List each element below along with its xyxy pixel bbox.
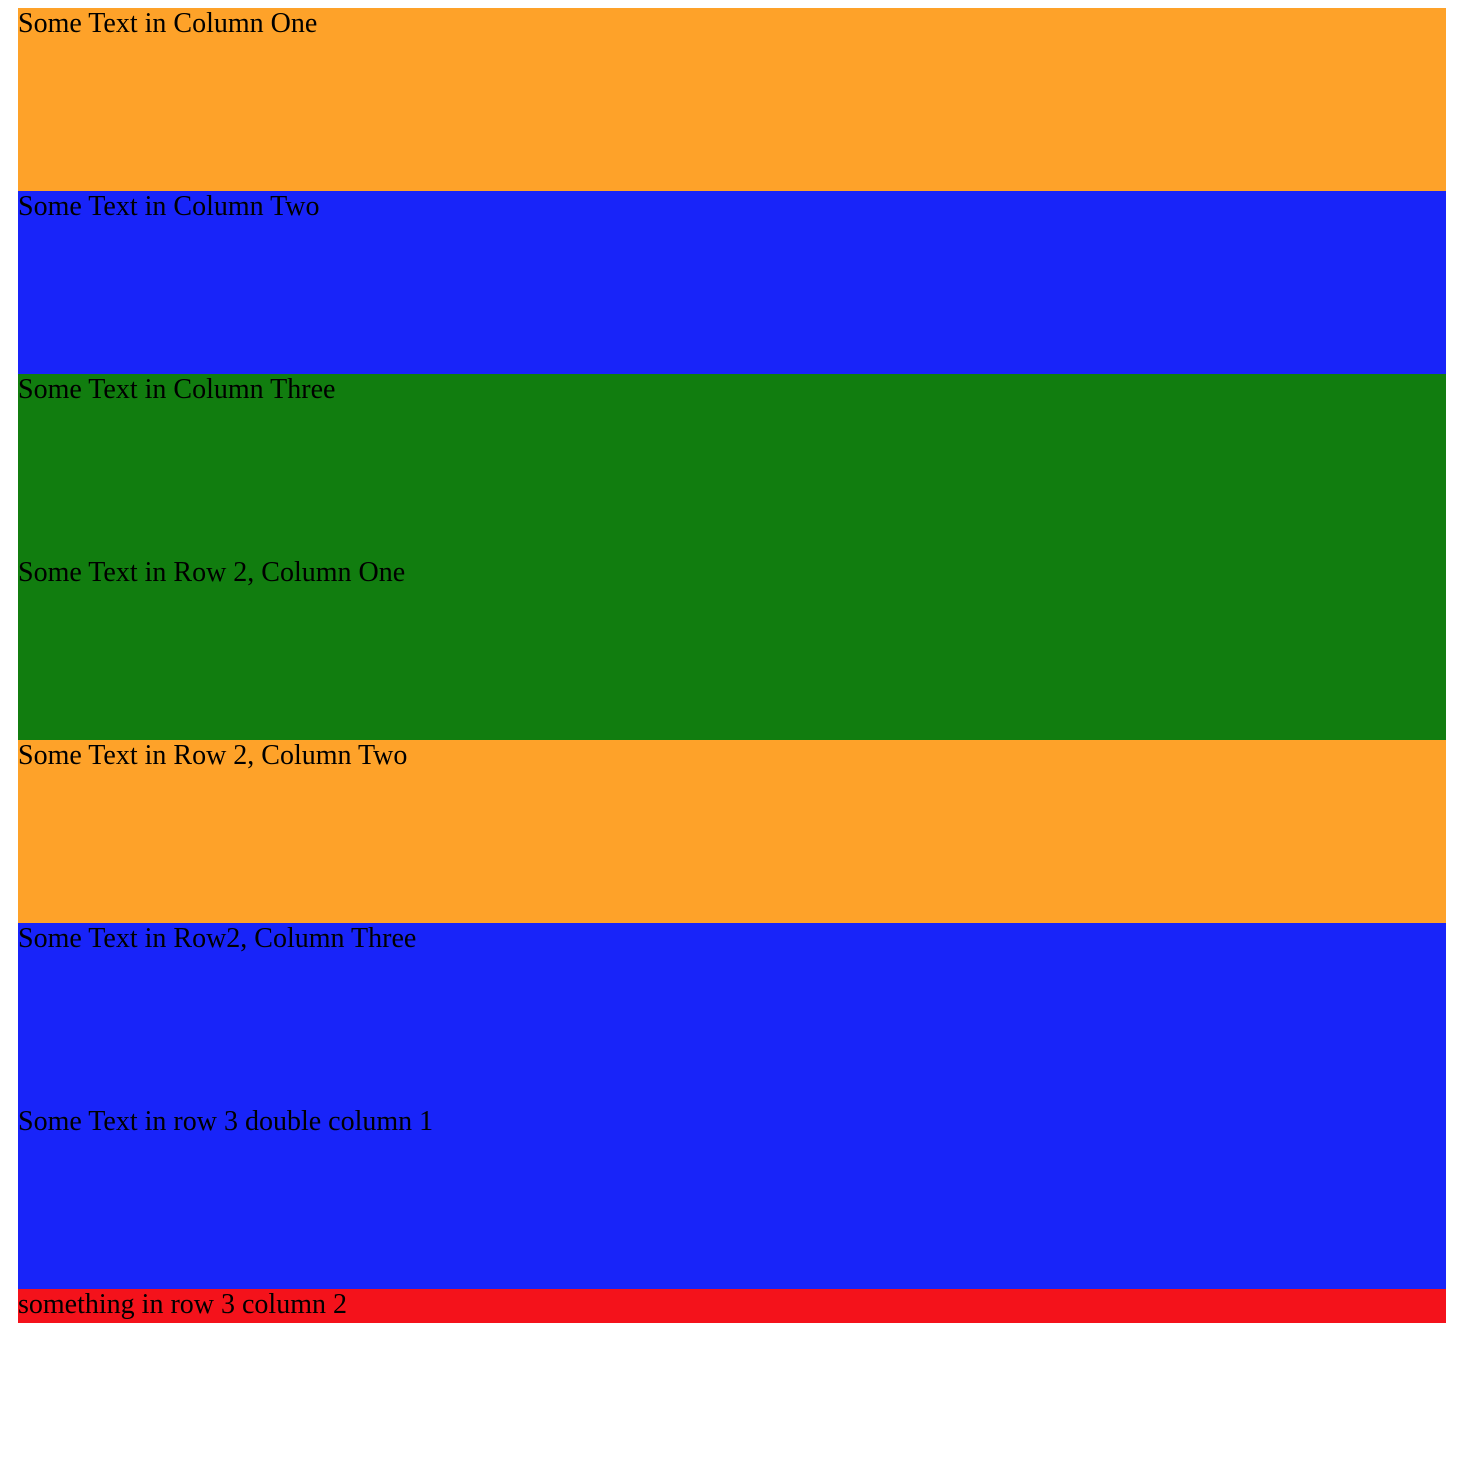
row3-col2-block: something in row 3 column 2 — [18, 1289, 1446, 1323]
row2-col3-text: Some Text in Row2, Column Three — [18, 923, 416, 954]
row1-col2-text: Some Text in Column Two — [18, 191, 320, 222]
row2-col1-text: Some Text in Row 2, Column One — [18, 557, 405, 588]
row3-col2-text: something in row 3 column 2 — [18, 1289, 347, 1320]
row1-col3-row2-col1-block: Some Text in Column Three Some Text in R… — [18, 374, 1446, 740]
row2-col2-block: Some Text in Row 2, Column Two — [18, 740, 1446, 923]
row2-col3-row3-col1-block: Some Text in Row2, Column Three Some Tex… — [18, 923, 1446, 1289]
row3-col1-text: Some Text in row 3 double column 1 — [18, 1106, 433, 1137]
row2-col2-text: Some Text in Row 2, Column Two — [18, 740, 407, 771]
row1-col1-block: Some Text in Column One — [18, 8, 1446, 191]
row1-col1-text: Some Text in Column One — [18, 8, 317, 39]
row1-col2-block: Some Text in Column Two — [18, 191, 1446, 374]
row1-col3-text: Some Text in Column Three — [18, 374, 335, 405]
bottom-whitespace — [18, 1323, 1446, 1373]
